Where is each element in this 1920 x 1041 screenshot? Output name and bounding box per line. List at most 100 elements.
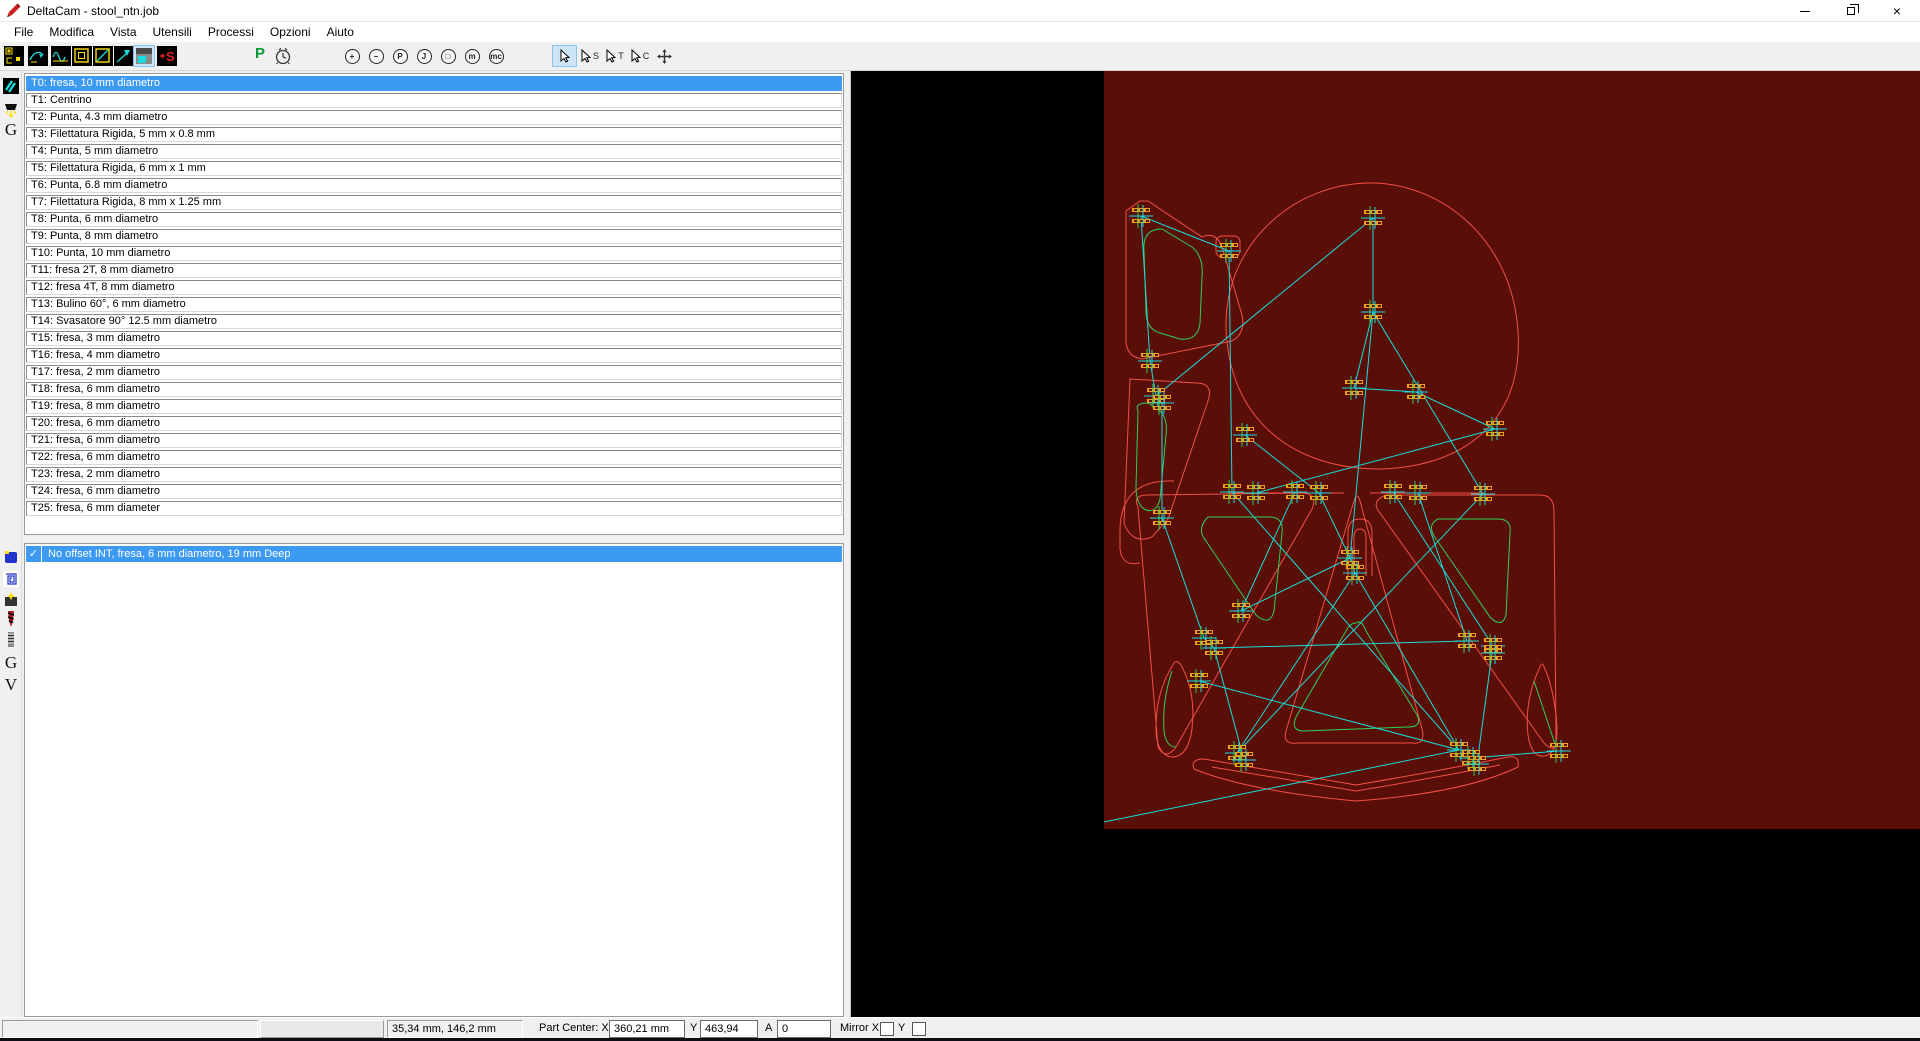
menu-item-modifica[interactable]: Modifica <box>41 23 102 41</box>
frame-diagonal-icon[interactable] <box>92 45 114 67</box>
tap-bit-icon[interactable] <box>2 631 20 649</box>
tool-row[interactable]: T16: fresa, 4 mm diametro <box>26 348 842 363</box>
zoom-part-icon[interactable]: P <box>388 45 412 67</box>
material-area[interactable] <box>1104 71 1920 829</box>
tool-row[interactable]: T1: Centrino <box>26 93 842 108</box>
lightning-icon[interactable] <box>2 77 20 95</box>
tool-row[interactable]: T13: Bulino 60°, 6 mm diametro <box>26 297 842 312</box>
frame-icon[interactable] <box>71 45 93 67</box>
view-v-button[interactable]: V <box>2 675 20 694</box>
cam-viewport[interactable] <box>851 71 1920 1017</box>
gcode-g-button[interactable]: G <box>2 120 20 139</box>
tool-row[interactable]: T20: fresa, 6 mm diametro <box>26 416 842 431</box>
tool-row[interactable]: T9: Punta, 8 mm diametro <box>26 229 842 244</box>
tool-row[interactable]: T11: fresa 2T, 8 mm diametro <box>26 263 842 278</box>
status-progress-box <box>260 1020 384 1038</box>
job-icon[interactable] <box>3 45 25 67</box>
menu-item-opzioni[interactable]: Opzioni <box>262 23 319 41</box>
tool-row[interactable]: T5: Filettatura Rigida, 6 mm x 1 mm <box>26 161 842 176</box>
tool-row[interactable]: T23: fresa, 2 mm diametro <box>26 467 842 482</box>
restore-icon <box>1847 4 1859 15</box>
zoom-window-icon[interactable]: □ <box>436 45 460 67</box>
tool-row[interactable]: T22: fresa, 6 mm diametro <box>26 450 842 465</box>
part-center-label: Part Center: X <box>539 1022 609 1034</box>
title-bar: DeltaCam - stool_ntn.job × <box>0 0 1920 22</box>
process-row[interactable]: ✓ No offset INT, fresa, 6 mm diametro, 19… <box>26 546 842 562</box>
spiral-icon[interactable] <box>2 570 20 588</box>
zoom-job-icon[interactable]: J <box>412 45 436 67</box>
material-view-toggle-icon[interactable] <box>133 45 155 67</box>
process-p-button[interactable]: P <box>250 45 270 67</box>
tool-row[interactable]: T19: fresa, 8 mm diametro <box>26 399 842 414</box>
lamp-icon[interactable] <box>2 101 20 119</box>
close-icon: × <box>1892 3 1902 19</box>
zoom-machine-icon[interactable]: mc <box>484 45 508 67</box>
menu-item-aiuto[interactable]: Aiuto <box>319 23 362 41</box>
restore-button[interactable] <box>1828 0 1874 22</box>
select-shape-icon-letter: S <box>592 51 599 61</box>
zoom-material-icon-glyph: m <box>464 48 480 64</box>
close-button[interactable]: × <box>1874 0 1920 22</box>
profile-wave-icon[interactable] <box>50 45 72 67</box>
mirror-x-checkbox[interactable] <box>880 1022 894 1036</box>
toolbar: S P + − P J □ m mc STC <box>0 42 1920 71</box>
zoom-material-icon[interactable]: m <box>460 45 484 67</box>
pocket-icon[interactable] <box>2 548 20 566</box>
tool-row[interactable]: T15: fresa, 3 mm diametro <box>26 331 842 346</box>
select-cursor-icon[interactable] <box>552 45 577 67</box>
menu-item-utensili[interactable]: Utensili <box>145 23 200 41</box>
simulation-icon[interactable]: S <box>156 45 178 67</box>
status-bar: 35,34 mm, 146,2 mm Part Center: X 360,21… <box>0 1017 1920 1041</box>
pan-move-icon[interactable] <box>652 45 677 67</box>
tool-row[interactable]: T8: Punta, 6 mm diametro <box>26 212 842 227</box>
tool-row[interactable]: T0: fresa, 10 mm diametro <box>26 76 842 91</box>
zoom-out-icon-glyph: − <box>368 48 384 64</box>
tool-row[interactable]: T18: fresa, 6 mm diametro <box>26 382 842 397</box>
zoom-in-icon[interactable]: + <box>340 45 364 67</box>
engrave-spark-icon[interactable] <box>2 590 20 608</box>
menu-item-vista[interactable]: Vista <box>102 23 144 41</box>
select-tool-icon-letter: T <box>618 51 624 61</box>
tool-row[interactable]: T14: Svasatore 90° 12.5 mm diametro <box>26 314 842 329</box>
select-toolbar: S TC <box>552 45 677 67</box>
gcode-g-button-lower[interactable]: G <box>2 653 20 672</box>
minimize-button[interactable] <box>1782 0 1828 22</box>
left-column: T0: fresa, 10 mm diametro T1: Centrino T2:… <box>22 71 846 1017</box>
tool-row[interactable]: T24: fresa, 6 mm diametro <box>26 484 842 499</box>
mirror-y-checkbox[interactable] <box>912 1022 926 1036</box>
zoom-job-icon-glyph: J <box>416 48 432 64</box>
select-tool-icon[interactable]: T <box>602 45 627 67</box>
window-title: DeltaCam - stool_ntn.job <box>27 3 160 18</box>
select-shape-icon[interactable]: S <box>577 45 602 67</box>
tool-row[interactable]: T17: fresa, 2 mm diametro <box>26 365 842 380</box>
process-row-label: No offset INT, fresa, 6 mm diametro, 19 … <box>48 548 291 560</box>
arrow-draw-icon[interactable] <box>113 45 135 67</box>
zoom-toolbar: + − P J □ m mc <box>340 45 508 67</box>
rotation-field[interactable]: 0 degrees <box>777 1020 831 1041</box>
check-icon: ✓ <box>26 546 42 562</box>
part-center-y-field[interactable]: 463,94 mm <box>700 1020 758 1041</box>
zoom-window-icon-glyph: □ <box>440 48 456 64</box>
zoom-out-icon[interactable]: − <box>364 45 388 67</box>
menu-item-file[interactable]: File <box>6 23 41 41</box>
tool-row[interactable]: T3: Filettatura Rigida, 5 mm x 0.8 mm <box>26 127 842 142</box>
stopwatch-icon[interactable] <box>272 45 294 67</box>
tool-row[interactable]: T10: Punta, 10 mm diametro <box>26 246 842 261</box>
cursor-position: 35,34 mm, 146,2 mm <box>387 1020 523 1038</box>
tool-row[interactable]: T2: Punta, 4.3 mm diametro <box>26 110 842 125</box>
tool-row[interactable]: T4: Punta, 5 mm diametro <box>26 144 842 159</box>
mirror-y-label: Y <box>898 1022 906 1034</box>
minimize-icon <box>1800 10 1810 12</box>
zoom-in-icon-glyph: + <box>344 48 360 64</box>
part-center-x-field[interactable]: 360,21 mm <box>609 1020 685 1038</box>
select-contour-icon[interactable]: C <box>627 45 652 67</box>
cam-canvas[interactable] <box>1104 71 1919 829</box>
tool-row[interactable]: T25: fresa, 6 mm diameter <box>26 501 842 516</box>
import-curve-icon[interactable] <box>27 45 49 67</box>
menu-item-processi[interactable]: Processi <box>200 23 262 41</box>
tool-row[interactable]: T12: fresa 4T, 8 mm diametro <box>26 280 842 295</box>
tool-row[interactable]: T6: Punta, 6.8 mm diametro <box>26 178 842 193</box>
drill-bit-icon[interactable] <box>2 610 20 628</box>
tool-row[interactable]: T21: fresa, 6 mm diametro <box>26 433 842 448</box>
tool-row[interactable]: T7: Filettatura Rigida, 8 mm x 1.25 mm <box>26 195 842 210</box>
